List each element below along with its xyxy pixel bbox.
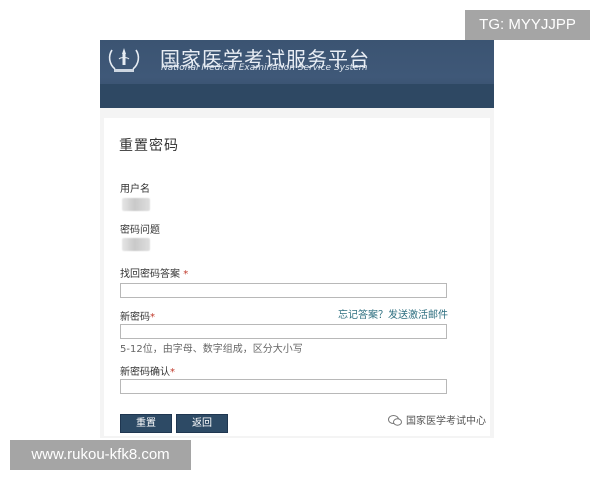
username-label: 用户名 bbox=[120, 184, 150, 195]
tg-watermark-badge: TG: MYYJJPP bbox=[465, 10, 590, 40]
reset-password-form: 重置密码 用户名 密码问题 找回密码答案 * 忘记答案？发送激活邮件 新密码* … bbox=[104, 118, 490, 436]
username-value-redacted bbox=[122, 198, 150, 211]
national-emblem-icon bbox=[108, 48, 140, 72]
answer-input[interactable] bbox=[120, 283, 447, 298]
required-asterisk: * bbox=[183, 269, 189, 280]
required-asterisk: * bbox=[170, 367, 175, 378]
browser-page: 国家医学考试服务平台 National Medical Examination … bbox=[100, 40, 494, 438]
answer-label-text: 找回密码答案 bbox=[120, 269, 180, 280]
wechat-source-text: 国家医学考试中心 bbox=[406, 416, 486, 427]
security-question-value-redacted bbox=[122, 238, 150, 251]
wechat-icon bbox=[388, 415, 402, 426]
forgot-answer-link[interactable]: 忘记答案？发送激活邮件 bbox=[338, 306, 448, 321]
page-title: 重置密码 bbox=[119, 138, 179, 154]
site-header-banner: 国家医学考试服务平台 National Medical Examination … bbox=[100, 40, 494, 108]
confirm-password-label: 新密码确认* bbox=[120, 363, 175, 378]
url-watermark-badge: www.rukou-kfk8.com bbox=[10, 440, 191, 470]
password-hint: 5-12位，由字母、数字组成，区分大小写 bbox=[120, 344, 303, 355]
reset-button[interactable]: 重置 bbox=[120, 414, 172, 433]
required-asterisk: * bbox=[150, 312, 155, 323]
site-title-en: National Medical Examination Service Sys… bbox=[161, 63, 368, 73]
new-password-input[interactable] bbox=[120, 324, 447, 339]
new-password-label: 新密码* bbox=[120, 308, 155, 323]
security-question-label: 密码问题 bbox=[120, 225, 160, 236]
confirm-password-input[interactable] bbox=[120, 379, 447, 394]
new-password-label-text: 新密码 bbox=[120, 312, 150, 323]
confirm-password-label-text: 新密码确认 bbox=[120, 367, 170, 378]
header-bottom-band bbox=[100, 84, 494, 108]
back-button[interactable]: 返回 bbox=[176, 414, 228, 433]
answer-label: 找回密码答案 * bbox=[120, 265, 188, 280]
wechat-source-watermark: 国家医学考试中心 bbox=[388, 412, 486, 427]
